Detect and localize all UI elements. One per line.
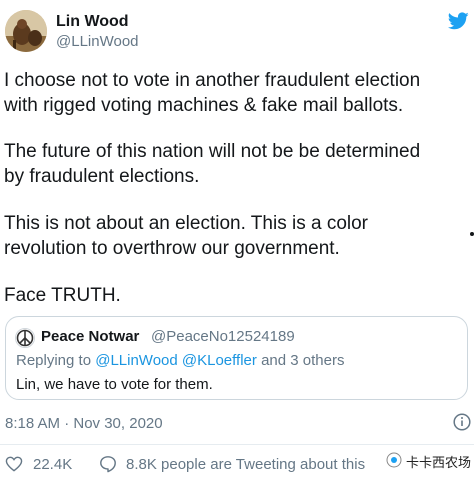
quoted-tweet[interactable]: Peace Notwar @PeaceNo12524189 Replying t…	[5, 316, 468, 400]
tweet-paragraph-2: The future of this nation will not be be…	[4, 139, 420, 189]
reply-prefix: Replying to	[16, 352, 92, 369]
peace-sign-icon	[16, 329, 34, 347]
tweet-paragraph-3: This is not about an election. This is a…	[4, 211, 368, 261]
twitter-bird-icon[interactable]	[448, 12, 469, 30]
watermark-logo-icon	[386, 452, 402, 468]
author-handle[interactable]: @LLinWood	[56, 33, 139, 50]
heart-icon[interactable]	[5, 456, 23, 472]
watermark-text: 卡卡西农场	[406, 455, 472, 470]
avatar-image	[5, 10, 47, 52]
action-divider	[0, 444, 474, 445]
quoted-author-handle[interactable]: @PeaceNo12524189	[151, 328, 295, 345]
author-name[interactable]: Lin Wood	[56, 13, 129, 31]
tweet-card: Lin Wood @LLinWood I choose not to vote …	[0, 0, 474, 480]
discussion-link[interactable]: 8.8K people are Tweeting about this	[126, 456, 365, 473]
tweet-paragraph-4: Face TRUTH.	[4, 283, 121, 308]
info-icon[interactable]	[453, 413, 471, 431]
tweet-paragraph-1: I choose not to vote in another fraudule…	[4, 68, 420, 118]
like-count[interactable]: 22.4K	[33, 456, 72, 473]
watermark: 卡卡西农场	[386, 449, 474, 471]
tweet-timestamp[interactable]: 8:18 AM · Nov 30, 2020	[5, 415, 163, 432]
tweet-header: Lin Wood @LLinWood	[0, 0, 474, 60]
edge-dot	[470, 232, 474, 236]
reply-context: Replying to @LLinWood @KLoeffler and 3 o…	[16, 352, 344, 369]
tweet-line: I choose not to vote in another fraudule…	[4, 70, 421, 91]
tweet-line: Face TRUTH.	[4, 285, 121, 306]
tweet-line: by fraudulent elections.	[4, 166, 200, 187]
quoted-tweet-text: Lin, we have to vote for them.	[16, 376, 213, 393]
reply-mention-link[interactable]: @KLoeffler	[182, 352, 257, 369]
tweet-line: with rigged voting machines & fake mail …	[4, 95, 404, 116]
author-avatar[interactable]	[5, 10, 47, 52]
quoted-author-name[interactable]: Peace Notwar	[41, 328, 139, 345]
tweet-line: This is not about an election. This is a…	[4, 213, 369, 234]
speech-bubble-icon[interactable]	[99, 455, 117, 473]
quoted-author-avatar[interactable]	[15, 328, 35, 348]
tweet-line: revolution to overthrow our government.	[4, 238, 340, 259]
reply-mention-link[interactable]: @LLinWood	[95, 352, 178, 369]
reply-suffix: and 3 others	[261, 352, 345, 369]
tweet-line: The future of this nation will not be be…	[4, 141, 421, 162]
